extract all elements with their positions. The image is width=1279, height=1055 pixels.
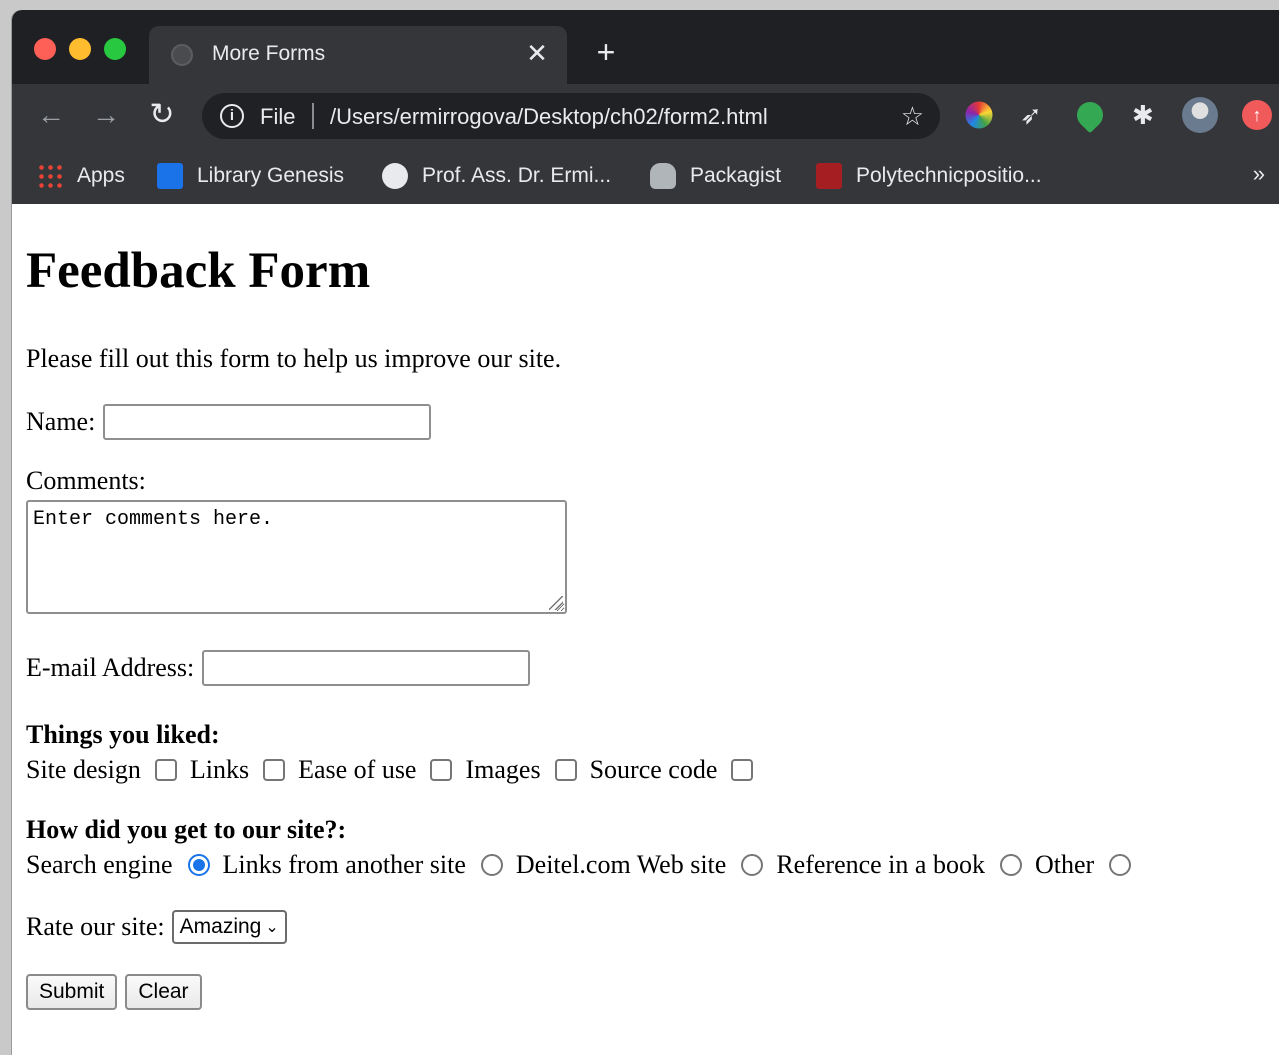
liked-heading: Things you liked: (26, 720, 220, 749)
reference-in-a-book-radio[interactable] (999, 854, 1022, 876)
ease-of-use-checkbox[interactable] (430, 759, 453, 781)
email-input[interactable] (202, 650, 531, 686)
links-checkbox[interactable] (263, 759, 286, 781)
source-options: Search engine Links from another site De… (26, 850, 1144, 880)
option-label: Reference in a book (776, 850, 985, 879)
info-icon[interactable]: i (220, 104, 244, 128)
links-from-another-site-radio[interactable] (480, 854, 503, 876)
close-tab-icon[interactable]: ✕ (521, 37, 553, 69)
bookmark-label: Apps (77, 164, 125, 187)
comments-text: Enter comments here. (33, 508, 274, 531)
email-label: E-mail Address: (26, 653, 195, 682)
other-radio[interactable] (1109, 854, 1132, 876)
comments-textarea[interactable]: Enter comments here. (26, 500, 567, 614)
option-label: Links from another site (222, 850, 466, 879)
comments-label: Comments: (26, 466, 146, 495)
option-label: Deitel.com Web site (515, 850, 727, 879)
intro-text: Please fill out this form to help us imp… (26, 344, 562, 373)
url-text[interactable]: /Users/ermirrogova/Desktop/ch02/form2.ht… (330, 104, 768, 130)
browser-window: More Forms ✕ + ← → ↻ i File /Users/ermir… (12, 10, 1279, 1055)
update-icon[interactable]: ↑ (1242, 100, 1272, 130)
packagist-icon (650, 163, 676, 189)
bookmark-polytechnic[interactable]: Polytechnicpositio... (816, 161, 1042, 191)
leaf-extension-icon[interactable] (1071, 96, 1109, 134)
bookmark-apps[interactable]: Apps (37, 161, 125, 191)
page-content: Feedback Form Please fill out this form … (12, 204, 1279, 1055)
bookmark-packagist[interactable]: Packagist (650, 161, 781, 191)
profile-avatar[interactable] (1182, 97, 1218, 133)
rate-row: Rate our site: Amazing ⌄ (26, 910, 287, 944)
option-label: Other (1034, 850, 1095, 879)
apps-grid-icon (37, 163, 63, 189)
option-label: Source code (589, 755, 718, 784)
bookmarks-bar: Apps Library Genesis Prof. Ass. Dr. Ermi… (12, 148, 1279, 204)
bookmark-label: Library Genesis (197, 164, 345, 187)
color-picker-extension-icon[interactable] (965, 101, 993, 129)
site-design-checkbox[interactable] (154, 759, 177, 781)
address-bar[interactable]: i File /Users/ermirrogova/Desktop/ch02/f… (202, 93, 940, 139)
globe-icon (382, 163, 408, 189)
close-window-button[interactable] (34, 38, 56, 60)
tab-more-forms[interactable]: More Forms ✕ (149, 26, 567, 84)
clear-button[interactable]: Clear (125, 974, 202, 1010)
name-row: Name: (26, 404, 432, 440)
rate-select[interactable]: Amazing ⌄ (171, 910, 287, 944)
option-label: Images (465, 755, 541, 784)
rate-value: Amazing (179, 915, 262, 938)
rate-label: Rate our site: (26, 912, 165, 941)
bookmark-label: Polytechnicpositio... (856, 164, 1042, 187)
divider (312, 103, 314, 129)
option-label: Site design (26, 755, 141, 784)
tab-title: More Forms (212, 42, 326, 65)
option-label: Ease of use (298, 755, 417, 784)
bookmark-label: Packagist (690, 164, 782, 187)
search-engine-radio[interactable] (187, 854, 210, 876)
fullscreen-window-button[interactable] (104, 38, 126, 60)
source-code-checkbox[interactable] (731, 759, 754, 781)
forward-arrow-icon[interactable]: → (89, 98, 123, 132)
file-label: File (260, 104, 296, 129)
option-label: Search engine (26, 850, 173, 879)
page-title: Feedback Form (26, 243, 371, 299)
globe-icon (171, 44, 193, 66)
cursor-extension-icon[interactable]: ➶ (1020, 100, 1050, 130)
bookmarks-overflow-icon[interactable]: » (1253, 161, 1265, 187)
browser-toolbar: ← → ↻ i File /Users/ermirrogova/Desktop/… (12, 84, 1279, 148)
liked-options: Site design Links Ease of use Images Sou… (26, 755, 766, 785)
new-tab-button[interactable]: + (590, 36, 622, 68)
deitel-web-site-radio[interactable] (741, 854, 764, 876)
bookmark-star-icon[interactable]: ☆ (901, 101, 924, 132)
reload-icon[interactable]: ↻ (145, 98, 179, 132)
back-arrow-icon[interactable]: ← (34, 98, 68, 132)
name-input[interactable] (103, 404, 432, 440)
submit-button[interactable]: Submit (26, 974, 118, 1010)
form-buttons: Submit Clear (26, 974, 210, 1010)
extensions-puzzle-icon[interactable]: ✱ (1132, 100, 1162, 130)
bookmark-library-genesis[interactable]: Library Genesis (157, 161, 344, 191)
chevron-down-icon: ⌄ (265, 919, 279, 936)
minimize-window-button[interactable] (69, 38, 91, 60)
resize-grip-icon[interactable] (549, 596, 563, 610)
tab-strip: More Forms ✕ + (12, 10, 1279, 84)
name-label: Name: (26, 407, 96, 436)
bookmark-prof-ass-dr[interactable]: Prof. Ass. Dr. Ermi... (382, 161, 611, 191)
library-genesis-icon (157, 163, 183, 189)
polytechnic-icon (816, 163, 842, 189)
bookmark-label: Prof. Ass. Dr. Ermi... (422, 164, 612, 187)
images-checkbox[interactable] (554, 759, 577, 781)
source-heading: How did you get to our site?: (26, 815, 347, 844)
option-label: Links (189, 755, 250, 784)
email-row: E-mail Address: (26, 650, 531, 686)
